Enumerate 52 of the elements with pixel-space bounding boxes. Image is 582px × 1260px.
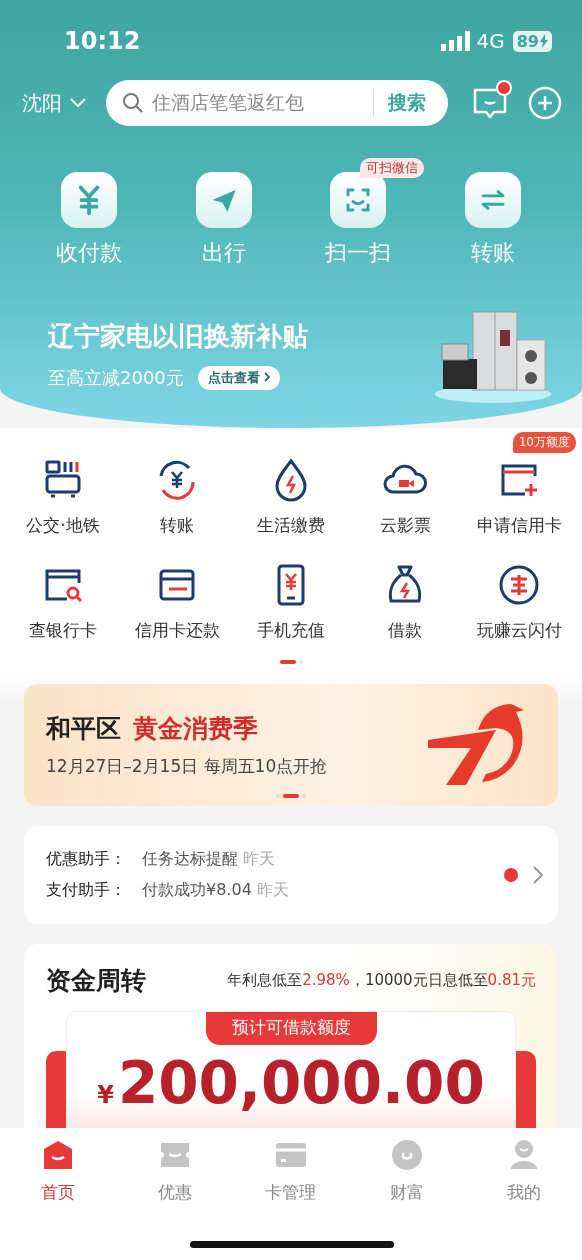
service-label[interactable]: 查银行卡 xyxy=(29,619,97,642)
banner-subtitle: 至高立减2000元 xyxy=(48,365,184,390)
search-field[interactable]: 住酒店笔笔返红包 搜索 xyxy=(106,80,448,126)
quick-action-button[interactable] xyxy=(195,172,252,228)
message-time: 昨天 xyxy=(243,849,276,868)
plus-icon[interactable] xyxy=(528,86,562,120)
tab-item[interactable]: 首页 xyxy=(0,1136,117,1205)
search-icon xyxy=(122,92,144,114)
quick-action-button[interactable] xyxy=(464,172,521,228)
message-time: 昨天 xyxy=(256,880,289,899)
service-label[interactable]: 公交·地铁 xyxy=(26,514,100,537)
credit-badge: 10万额度 xyxy=(512,432,576,453)
assistant-label: 支付助手： xyxy=(46,880,126,901)
service-label[interactable]: 生活缴费 xyxy=(257,514,325,537)
tab-item[interactable]: 优惠 xyxy=(116,1136,233,1205)
battery-indicator: 89 xyxy=(512,30,552,52)
district-label: 和平区 xyxy=(46,713,121,745)
feature-badge: 可扫微信 xyxy=(360,158,425,178)
assistant-message: 付款成功¥8.04 xyxy=(142,880,252,899)
view-button[interactable]: 点击查看 xyxy=(197,365,280,390)
promo-dates: 12月27日–2月15日 每周五10点开抢 xyxy=(46,755,329,778)
service-label[interactable]: 手机充值 xyxy=(257,619,325,642)
banner-title: 辽宁家电以旧换新补贴 xyxy=(48,319,309,353)
loan-card[interactable]: 资金周转 年利息低至2.98%，10000元日息低至0.81元 预计可借款额度 ¥200,000.00 xyxy=(24,944,558,1128)
chevron-right-icon xyxy=(263,371,270,382)
assistant-card[interactable]: 优惠助手： 任务达标提醒 昨天 支付助手： 付款成功¥8.04 昨天 xyxy=(24,826,558,924)
tab-item[interactable]: 卡管理 xyxy=(232,1136,350,1205)
status-time: 10:12 xyxy=(64,27,142,55)
service-label[interactable]: 信用卡还款 xyxy=(134,619,220,642)
assistant-message: 任务达标提醒 xyxy=(142,849,238,868)
currency-symbol: ¥ xyxy=(97,1081,114,1109)
loan-amount: 200,000.00 xyxy=(117,1049,485,1117)
loan-tag: 预计可借款额度 xyxy=(205,1012,377,1045)
chevron-right-icon xyxy=(532,865,544,885)
service-label[interactable]: 转账 xyxy=(160,514,194,537)
promo-title: 黄金消费季 xyxy=(133,713,258,745)
message-icon[interactable] xyxy=(472,86,508,120)
service-label[interactable]: 申请信用卡 xyxy=(476,514,562,537)
tab-item[interactable]: 财富 xyxy=(349,1136,466,1205)
loan-title: 资金周转 xyxy=(46,965,146,997)
service-label[interactable]: 借款 xyxy=(388,619,422,642)
promo-banner[interactable]: 和平区 黄金消费季 12月27日–2月15日 每周五10点开抢 xyxy=(24,684,558,806)
network-label: 4G xyxy=(476,29,505,53)
signal-icon xyxy=(440,31,471,51)
tab-item[interactable]: 我的 xyxy=(465,1136,582,1205)
service-label[interactable]: 云影票 xyxy=(379,514,431,537)
loan-rate-text: 年利息低至2.98%，10000元日息低至0.81元 xyxy=(227,971,536,990)
quick-action-button[interactable] xyxy=(61,172,118,228)
quick-action-button[interactable] xyxy=(330,172,387,228)
assistant-label: 优惠助手： xyxy=(46,849,126,870)
service-label[interactable]: 玩赚云闪付 xyxy=(476,619,562,642)
chevron-down-icon[interactable] xyxy=(70,98,86,108)
